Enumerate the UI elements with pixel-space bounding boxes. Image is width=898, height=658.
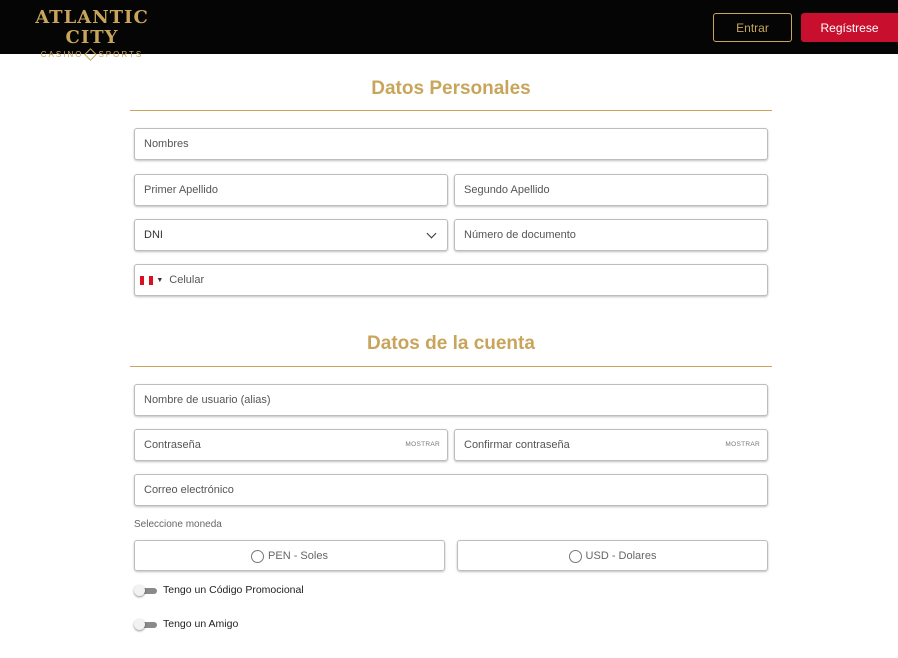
confirm-password-field[interactable]: MOSTRAR — [454, 429, 768, 461]
logo-main-text: ATLANTIC CITY — [35, 7, 149, 48]
account-section-divider — [130, 366, 772, 367]
toggle-knob — [134, 618, 145, 630]
show-confirm-password-button[interactable]: MOSTRAR — [725, 441, 760, 448]
peru-flag-icon[interactable] — [140, 275, 154, 285]
friend-toggle[interactable] — [134, 618, 157, 630]
atlantic-city-logo[interactable]: ATLANTIC CITY CASINO SPORTS — [16, 7, 168, 61]
radio-icon[interactable] — [568, 550, 582, 563]
phone-field[interactable]: ▼ — [134, 264, 768, 296]
account-section-title: Datos de la cuenta — [367, 333, 535, 354]
first-names-input[interactable] — [144, 129, 767, 159]
radio-icon[interactable] — [251, 550, 265, 563]
document-number-field[interactable] — [454, 219, 768, 251]
first-names-field[interactable] — [134, 128, 768, 160]
document-type-select[interactable]: DNI — [134, 219, 448, 251]
currency-option-label: PEN - Soles — [268, 549, 328, 562]
promo-code-toggle[interactable] — [134, 584, 157, 596]
confirm-password-input[interactable] — [464, 430, 767, 460]
personal-section-divider — [130, 110, 772, 111]
second-surname-input[interactable] — [464, 175, 767, 205]
username-field[interactable] — [134, 384, 768, 416]
friend-toggle-row: Tengo un Amigo — [134, 618, 238, 630]
diamond-icon — [84, 48, 98, 61]
country-caret-icon[interactable]: ▼ — [156, 277, 163, 284]
currency-option-label: USD - Dolares — [585, 549, 657, 562]
password-input[interactable] — [144, 430, 447, 460]
promo-code-toggle-row: Tengo un Código Promocional — [134, 584, 304, 596]
password-field[interactable]: MOSTRAR — [134, 429, 448, 461]
first-surname-input[interactable] — [144, 175, 447, 205]
logo-sub-text: CASINO SPORTS — [16, 48, 168, 61]
friend-label: Tengo un Amigo — [163, 618, 239, 630]
register-button[interactable]: Regístrese — [801, 13, 898, 42]
document-number-input[interactable] — [464, 220, 767, 250]
logo-sub-right: SPORTS — [98, 50, 144, 59]
username-input[interactable] — [144, 385, 767, 415]
currency-option-pen[interactable]: PEN - Soles — [134, 540, 445, 571]
login-button[interactable]: Entrar — [713, 13, 792, 42]
email-field[interactable] — [134, 474, 768, 506]
email-input[interactable] — [144, 475, 767, 505]
toggle-knob — [134, 584, 145, 596]
second-surname-field[interactable] — [454, 174, 768, 206]
show-password-button[interactable]: MOSTRAR — [405, 441, 440, 448]
document-type-value: DNI — [144, 229, 163, 241]
currency-label: Seleccione moneda — [134, 519, 222, 530]
currency-option-usd[interactable]: USD - Dolares — [457, 540, 768, 571]
chevron-down-icon — [426, 228, 437, 239]
top-header: ATLANTIC CITY CASINO SPORTS Entrar Regís… — [0, 0, 898, 61]
promo-code-label: Tengo un Código Promocional — [163, 584, 304, 596]
personal-section-title: Datos Personales — [371, 78, 531, 99]
phone-input[interactable] — [169, 265, 767, 295]
logo-sub-left: CASINO — [40, 50, 84, 59]
first-surname-field[interactable] — [134, 174, 448, 206]
